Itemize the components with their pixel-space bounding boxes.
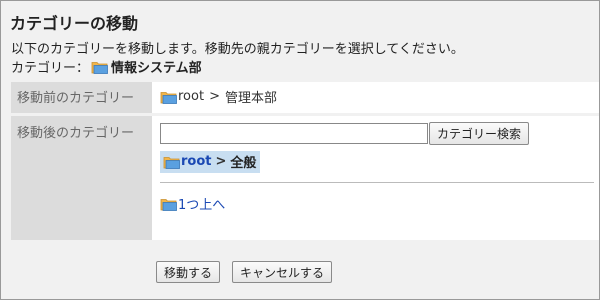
category-name: 情報システム部 [111,61,202,76]
folder-icon [91,61,108,74]
after-value: カテゴリー検索 root > 全般 1つ上へ [152,116,599,240]
before-label: 移動前のカテゴリー [11,82,152,113]
move-form: 移動前のカテゴリー root > 管理本部 移動後のカテゴリー カテゴリー検索 … [11,79,599,243]
before-root: root [178,89,205,104]
up-one-level-link[interactable]: 1つ上へ [178,194,225,213]
divider [160,182,594,183]
before-path: root > 管理本部 [160,87,599,106]
category-label: カテゴリー： [11,61,90,76]
up-one-level: 1つ上へ [160,194,599,213]
selected-category-name: 全般 [230,156,257,171]
path-separator: > [215,154,227,169]
root-link[interactable]: root [181,154,212,169]
category-search-button[interactable]: カテゴリー検索 [429,122,530,145]
page-description: 以下のカテゴリーを移動します。移動先の親カテゴリーを選択してください。 [11,42,464,57]
cancel-button[interactable]: キャンセルする [232,261,333,283]
folder-icon [160,91,177,104]
row-after: 移動後のカテゴリー カテゴリー検索 root > 全般 1つ上へ [11,116,599,240]
folder-icon [163,156,180,169]
dialog-panel: カテゴリーの移動 以下のカテゴリーを移動します。移動先の親カテゴリーを選択してく… [0,0,600,300]
after-label: 移動後のカテゴリー [11,116,152,240]
before-current: 管理本部 [224,91,277,106]
before-separator: > [209,89,220,104]
selected-category-path: root > 全般 [160,151,261,173]
action-buttons: 移動する キャンセルする [156,261,333,283]
category-search: カテゴリー検索 [160,122,599,145]
category-search-input[interactable] [160,123,428,144]
page-title: カテゴリーの移動 [10,14,139,33]
target-category: カテゴリー： 情報システム部 [11,57,202,76]
folder-icon [160,198,177,211]
row-before: 移動前のカテゴリー root > 管理本部 [11,82,599,113]
before-value: root > 管理本部 [152,82,599,113]
move-button[interactable]: 移動する [156,261,221,283]
